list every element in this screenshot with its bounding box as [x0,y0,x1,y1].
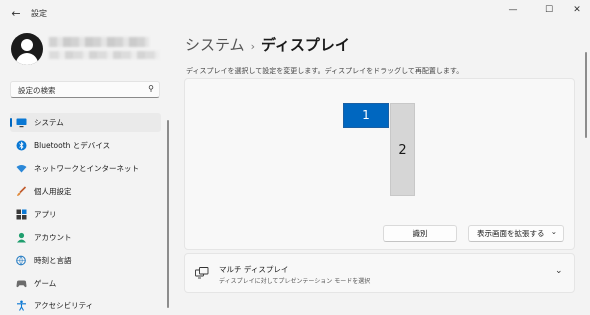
person-icon[interactable] [11,33,43,65]
maximize-button[interactable]: ☐ [538,0,560,20]
accessibility-icon [17,300,26,311]
sidebar-item-gaming[interactable]: ゲーム [10,274,161,293]
display-mode-dropdown[interactable]: 表示画面を拡張する ⌄ [468,225,564,242]
back-arrow-icon[interactable]: ← [8,6,24,22]
title-bar: ← 設定 — ☐ ✕ [0,0,590,28]
sidebar-item-label: アクセシビリティ [34,301,94,310]
breadcrumb: システム › ディスプレイ [185,34,350,55]
sidebar-scrollbar[interactable] [167,120,169,308]
sidebar-item-label: システム [34,118,64,127]
sidebar-item-accessibility[interactable]: アクセシビリティ [10,296,161,315]
sidebar-item-network[interactable]: ネットワークとインターネット [10,159,161,178]
sidebar-item-accounts[interactable]: アカウント [10,228,161,247]
wifi-icon [16,165,27,173]
breadcrumb-separator: › [250,40,255,53]
sidebar-item-apps[interactable]: アプリ [10,205,161,224]
app-title: 設定 [31,9,47,18]
gamepad-icon [16,280,27,288]
display-icon [16,118,27,128]
sidebar-item-label: ネットワークとインターネット [34,164,139,173]
globe-clock-icon [16,255,26,266]
bluetooth-icon [16,140,27,151]
chevron-down-icon[interactable]: ⌄ [555,266,563,276]
sidebar-item-label: Bluetooth とデバイス [34,141,111,150]
sidebar-item-label: ゲーム [34,279,57,288]
sidebar-item-label: アプリ [34,210,57,219]
sidebar-item-bluetooth[interactable]: Bluetooth とデバイス [10,136,161,155]
chevron-down-icon: ⌄ [550,227,557,236]
search-input[interactable]: 設定の検索 ⚲ [10,81,160,98]
multi-monitor-icon [195,267,209,279]
sidebar-item-personalization[interactable]: 個人用設定 [10,182,161,201]
multi-display-subtitle: ディスプレイに対してプレゼンテーション モードを選択 [219,278,371,285]
search-placeholder: 設定の検索 [18,86,56,95]
sidebar-item-label: 個人用設定 [34,187,72,196]
breadcrumb-parent[interactable]: システム [185,36,245,54]
page-title: ディスプレイ [260,36,350,54]
sidebar-item-label: 時刻と言語 [34,256,72,265]
identify-button[interactable]: 識別 [383,225,457,242]
main-scrollbar[interactable] [585,52,587,138]
search-icon[interactable]: ⚲ [148,84,154,93]
user-email-blurred [49,51,159,59]
monitor-1-tile[interactable]: 1 [343,103,389,128]
close-button[interactable]: ✕ [566,0,588,20]
user-name-blurred [49,37,149,47]
sidebar-item-label: アカウント [34,233,72,242]
sidebar-item-system[interactable]: システム [10,113,161,132]
dropdown-value: 表示画面を拡張する [477,229,545,238]
arrangement-description: ディスプレイを選択して設定を変更します。ディスプレイをドラッグして再配置します。 [186,67,464,75]
multi-display-title: マルチ ディスプレイ [219,265,289,274]
sidebar-item-time-language[interactable]: 時刻と言語 [10,251,161,270]
account-icon [17,232,26,243]
apps-icon [16,209,27,220]
minimize-button[interactable]: — [502,0,524,20]
selection-indicator [10,118,12,127]
brush-icon [17,186,27,196]
monitor-2-tile[interactable]: 2 [390,103,415,196]
